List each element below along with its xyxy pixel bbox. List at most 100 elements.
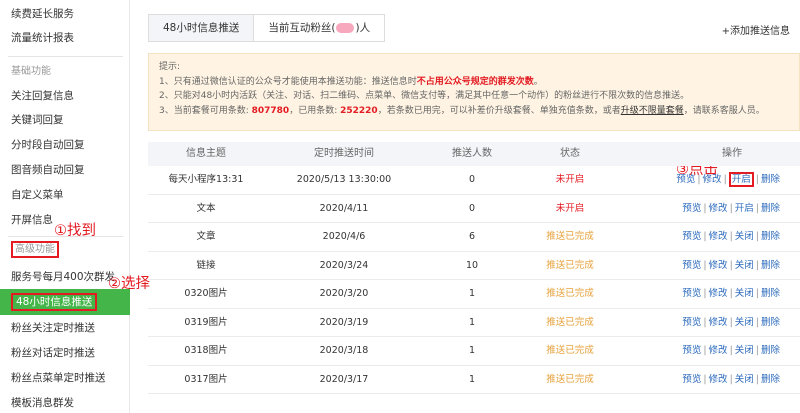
delete-link[interactable]: 删除	[761, 345, 780, 356]
cell-ops: 预览 | 修改 | 关闭 | 删除	[620, 337, 800, 365]
notice-text: ，已用条数:	[289, 105, 341, 116]
tab-label: 48小时信息推送	[163, 22, 240, 34]
sidebar-item-traffic-report[interactable]: 流量统计报表	[0, 26, 130, 50]
sidebar: 续费延长服务 流量统计报表 基础功能 关注回复信息 关键词回复 分时段自动回复 …	[0, 0, 130, 413]
cell-status: 推送已完成	[546, 259, 594, 271]
cell-time: 2020/5/13 13:30:00	[296, 174, 392, 185]
tab-active-fans[interactable]: 当前互动粉丝()人	[254, 14, 386, 42]
sidebar-section-advanced: 高级功能	[0, 238, 130, 262]
edit-link[interactable]: 修改	[709, 203, 728, 214]
preview-link[interactable]: 预览	[676, 174, 695, 185]
close-link[interactable]: 关闭	[735, 231, 754, 242]
open-link[interactable]: 开启	[728, 172, 754, 187]
delete-link[interactable]: 删除	[761, 374, 780, 385]
table-row: 0318图片 2020/3/18 1 推送已完成 预览 | 修改 | 关闭 | 删除	[148, 337, 800, 366]
sidebar-item-label: 开屏信息	[11, 214, 53, 226]
table-row: 0320图片 2020/3/20 1 推送已完成 预览 | 修改 | 关闭 | 删除	[148, 280, 800, 309]
cell-topic: 文章	[196, 231, 216, 242]
sidebar-item-menu-timed-push[interactable]: 粉丝点菜单定时推送	[0, 366, 130, 390]
tab-label-suffix: )人	[355, 22, 371, 34]
ops-separator: |	[703, 202, 707, 214]
cell-time: 2020/3/19	[319, 316, 369, 328]
edit-link[interactable]: 修改	[709, 231, 728, 242]
edit-link[interactable]: 修改	[703, 174, 722, 185]
preview-link[interactable]: 预览	[682, 374, 701, 385]
preview-link[interactable]: 预览	[682, 203, 701, 214]
cell-ops: 预览 | 修改 | 关闭 | 删除	[620, 309, 800, 337]
cell-count: 1	[468, 373, 476, 385]
ops-separator: |	[755, 231, 759, 242]
preview-link[interactable]: 预览	[682, 260, 701, 271]
sidebar-item-chat-timed-push[interactable]: 粉丝对话定时推送	[0, 341, 130, 365]
ops-separator: |	[755, 316, 759, 328]
table-row: 文本 2020/4/11 0 未开启 预览 | 修改 | 开启 | 删除	[148, 195, 800, 223]
preview-link[interactable]: 预览	[682, 345, 701, 356]
table-body: 每天小程序13:31 2020/5/13 13:30:00 0 未开启 预览 | 修改 | 开启…	[148, 166, 800, 394]
close-link[interactable]: 关闭	[735, 317, 754, 328]
table-row: 链接 2020/3/24 10 推送已完成 预览 | 修改 | 关闭 | 删除	[148, 252, 800, 280]
cell-count: 0	[468, 174, 476, 185]
table-row: 0319图片 2020/3/19 1 推送已完成 预览 | 修改 | 关闭 | 删除	[148, 309, 800, 337]
header-ops: 操作	[722, 148, 742, 159]
delete-link[interactable]: 删除	[761, 174, 780, 185]
preview-link[interactable]: 预览	[682, 288, 701, 299]
cell-ops: 预览 | 修改 | 关闭 | 删除	[620, 223, 800, 251]
ops-separator: |	[729, 231, 733, 242]
sidebar-item-media-reply[interactable]: 图音频自动回复	[0, 158, 130, 182]
sidebar-item-keyword-reply[interactable]: 关键词回复	[0, 108, 130, 132]
edit-link[interactable]: 修改	[709, 345, 728, 356]
add-push-link[interactable]: +添加推送信息	[722, 22, 790, 37]
ops-separator: |	[703, 259, 707, 271]
delete-link[interactable]: 删除	[761, 203, 780, 214]
sidebar-divider	[8, 56, 123, 57]
header-count: 推送人数	[452, 148, 492, 159]
notice-box: 提示: 1、只有通过微信认证的公众号才能使用本推送功能：推送信息时不占用公众号规…	[148, 53, 800, 131]
preview-link[interactable]: 预览	[682, 231, 701, 242]
ops-separator: |	[755, 345, 759, 356]
notice-highlight: 不占用公众号规定的群发次数	[416, 76, 534, 87]
ops-separator: |	[755, 202, 759, 214]
edit-link[interactable]: 修改	[709, 260, 728, 271]
edit-link[interactable]: 修改	[709, 374, 728, 385]
delete-link[interactable]: 删除	[761, 260, 780, 271]
notice-line-2: 2、只能对48小时内活跃（关注、对话、扫二维码、点菜单、微信支付等，满足其中任意…	[159, 91, 690, 101]
cell-count: 10	[465, 259, 479, 271]
quota-used: 252220	[340, 105, 378, 116]
sidebar-item-label: 分时段自动回复	[11, 139, 85, 151]
preview-link[interactable]: 预览	[682, 317, 701, 328]
close-link[interactable]: 关闭	[735, 345, 754, 356]
delete-link[interactable]: 删除	[761, 288, 780, 299]
sidebar-section-label: 高级功能	[11, 241, 59, 258]
redacted-count	[336, 23, 355, 33]
sidebar-item-timed-reply[interactable]: 分时段自动回复	[0, 133, 130, 157]
edit-link[interactable]: 修改	[709, 317, 728, 328]
cell-ops: 预览 | 修改 | 关闭 | 删除	[620, 366, 800, 394]
ops-separator: |	[729, 345, 733, 356]
delete-link[interactable]: 删除	[761, 317, 780, 328]
sidebar-item-label: 粉丝点菜单定时推送	[11, 372, 106, 384]
cell-status: 推送已完成	[546, 373, 594, 385]
close-link[interactable]: 关闭	[735, 260, 754, 271]
tab-48h-push[interactable]: 48小时信息推送	[148, 14, 255, 42]
sidebar-item-renewal[interactable]: 续费延长服务	[0, 2, 130, 26]
sidebar-item-template-broadcast[interactable]: 模板消息群发	[0, 391, 130, 413]
sidebar-item-follow-reply[interactable]: 关注回复信息	[0, 84, 130, 108]
ops-separator: |	[703, 345, 707, 356]
sidebar-item-follow-timed-push[interactable]: 粉丝关注定时推送	[0, 316, 130, 340]
close-link[interactable]: 关闭	[735, 374, 754, 385]
sidebar-item-label: 48小时信息推送	[11, 293, 98, 311]
sidebar-item-custom-menu[interactable]: 自定义菜单	[0, 183, 130, 207]
ops-separator: |	[729, 373, 733, 385]
ops-separator: |	[697, 174, 701, 185]
cell-ops: 预览 | 修改 | 开启 | 删除	[620, 166, 800, 194]
sidebar-section-label: 基础功能	[11, 66, 51, 77]
ops-separator: |	[703, 231, 707, 242]
delete-link[interactable]: 删除	[761, 231, 780, 242]
open-link[interactable]: 开启	[735, 203, 754, 214]
edit-link[interactable]: 修改	[709, 288, 728, 299]
table-header: 信息主题 定时推送时间 推送人数 状态 操作	[148, 142, 800, 166]
upgrade-unlimited-link[interactable]: 升级不限量套餐	[621, 106, 684, 116]
sidebar-item-label: 续费延长服务	[11, 8, 74, 20]
close-link[interactable]: 关闭	[735, 288, 754, 299]
cell-topic: 链接	[196, 259, 216, 271]
